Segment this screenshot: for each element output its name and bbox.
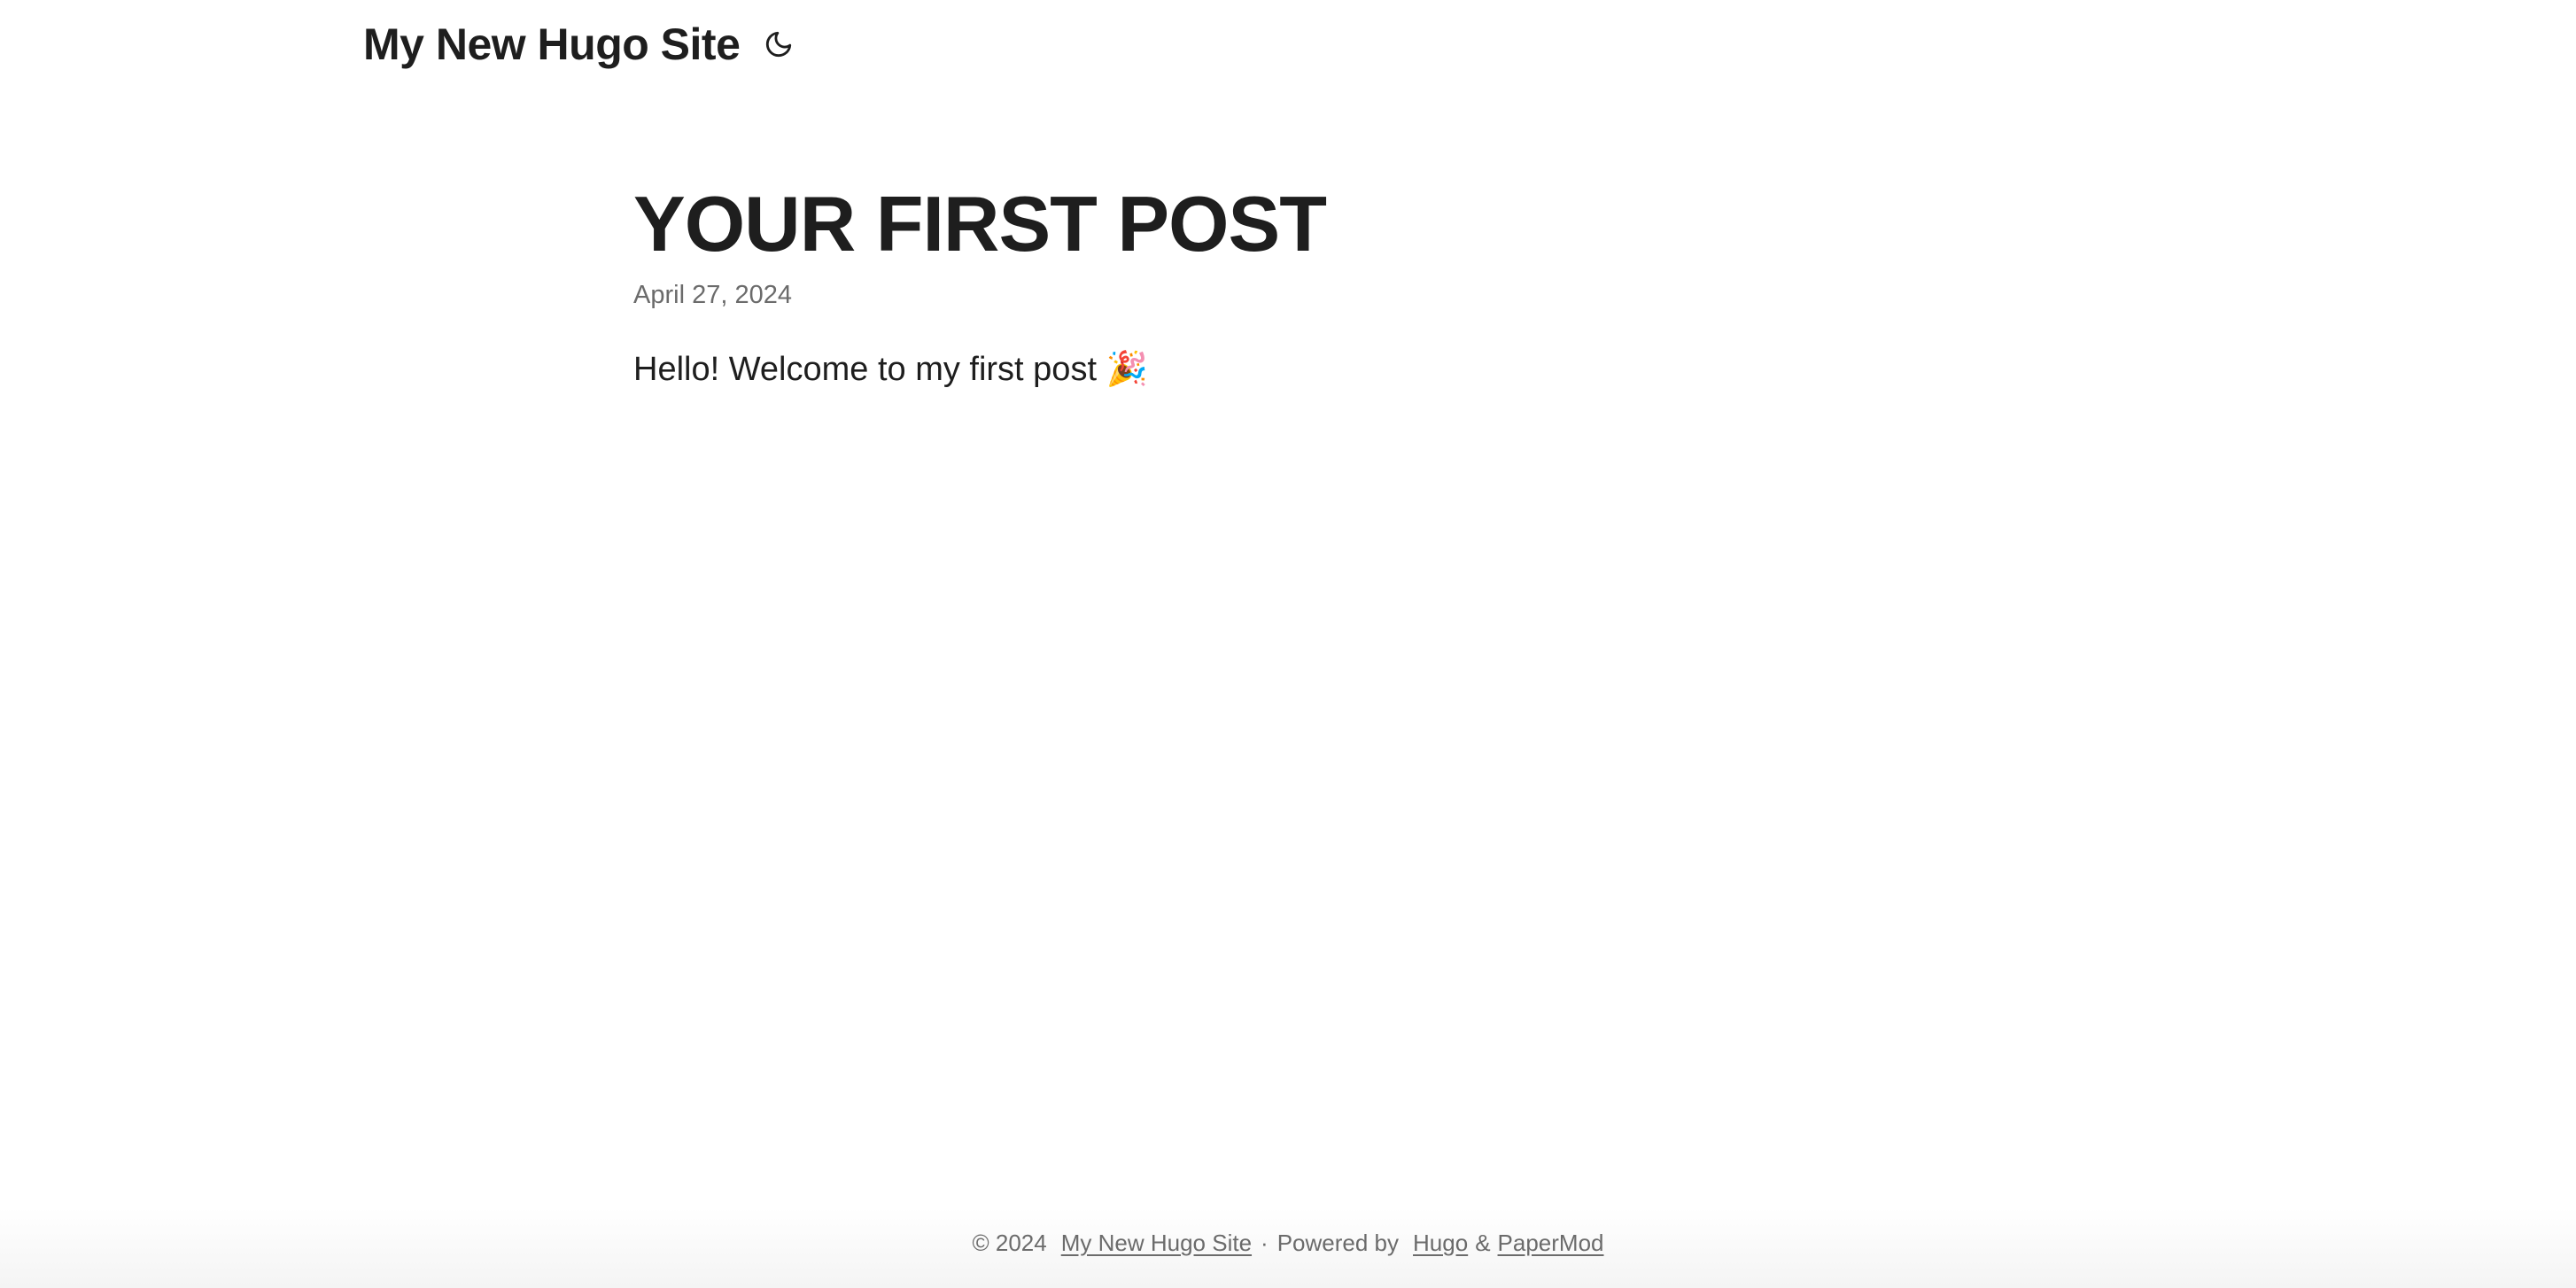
footer-hugo-link[interactable]: Hugo	[1413, 1230, 1468, 1257]
site-title-link[interactable]: My New Hugo Site	[363, 22, 741, 66]
site-header: My New Hugo Site	[363, 0, 796, 89]
footer-papermod-link[interactable]: PaperMod	[1498, 1230, 1604, 1257]
post-title: YOUR FIRST POST	[633, 180, 1327, 268]
theme-toggle-button[interactable]	[761, 27, 796, 62]
footer-copyright: © 2024	[972, 1230, 1047, 1256]
footer-powered-by: Powered by	[1276, 1230, 1400, 1256]
footer-site-link[interactable]: My New Hugo Site	[1061, 1230, 1252, 1257]
post-date: April 27, 2024	[633, 280, 792, 309]
post-content: Hello! Welcome to my first post 🎉	[633, 350, 1148, 388]
footer-separator: ·	[1261, 1230, 1269, 1256]
moon-icon	[766, 31, 792, 58]
site-footer: © 2024 My New Hugo Site · Powered by Hug…	[0, 1208, 2576, 1288]
footer-ampersand: &	[1475, 1230, 1491, 1256]
post-article: YOUR FIRST POST April 27, 2024 Hello! We…	[633, 180, 1944, 392]
